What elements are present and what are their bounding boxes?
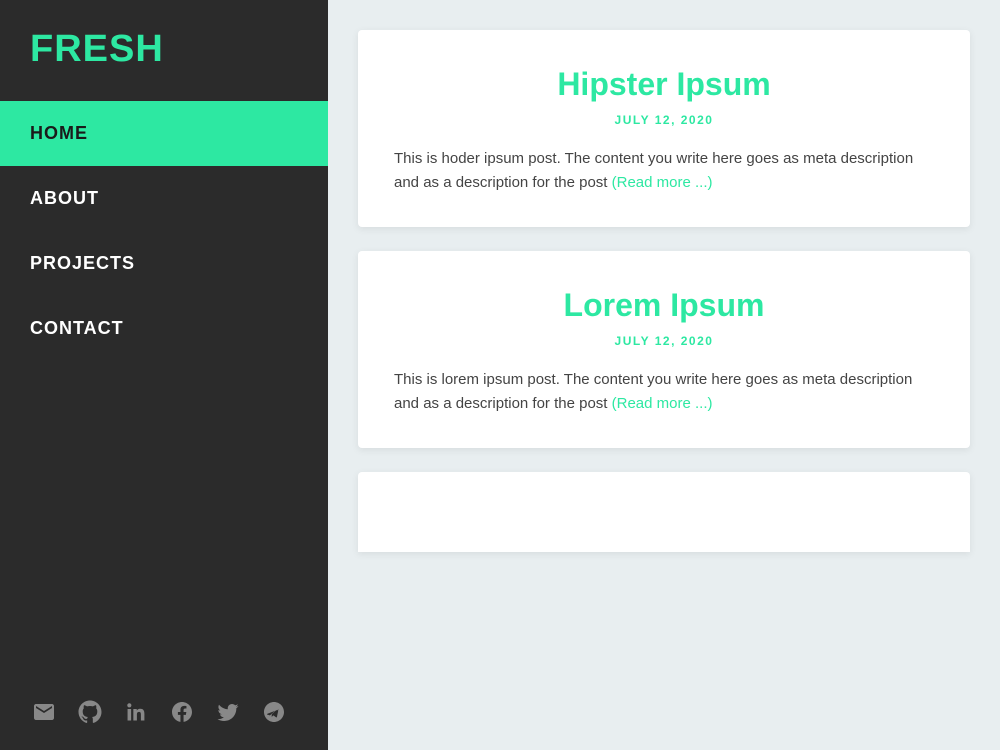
post-date-1: JULY 12, 2020 <box>394 113 934 127</box>
email-icon[interactable] <box>30 698 58 726</box>
facebook-icon[interactable] <box>168 698 196 726</box>
sidebar-item-home[interactable]: HOME <box>0 101 328 166</box>
post-card-2: Lorem Ipsum JULY 12, 2020 This is lorem … <box>358 251 970 448</box>
post-card-partial <box>358 472 970 552</box>
post-card-1: Hipster Ipsum JULY 12, 2020 This is hode… <box>358 30 970 227</box>
twitter-icon[interactable] <box>214 698 242 726</box>
sidebar-item-about[interactable]: ABOUT <box>0 166 328 231</box>
post-excerpt-1: This is hoder ipsum post. The content yo… <box>394 147 934 195</box>
social-icons-bar <box>0 674 328 750</box>
read-more-link-2[interactable]: (Read more ...) <box>612 395 713 412</box>
main-content: Hipster Ipsum JULY 12, 2020 This is hode… <box>328 0 1000 750</box>
read-more-link-1[interactable]: (Read more ...) <box>612 174 713 191</box>
post-excerpt-2: This is lorem ipsum post. The content yo… <box>394 368 934 416</box>
post-date-2: JULY 12, 2020 <box>394 334 934 348</box>
sidebar-item-contact[interactable]: CONTACT <box>0 296 328 361</box>
github-icon[interactable] <box>76 698 104 726</box>
post-title-1: Hipster Ipsum <box>394 66 934 103</box>
linkedin-icon[interactable] <box>122 698 150 726</box>
logo-text: FRESH <box>30 28 164 70</box>
post-title-2: Lorem Ipsum <box>394 287 934 324</box>
nav-menu: HOME ABOUT PROJECTS CONTACT <box>0 101 328 674</box>
telegram-icon[interactable] <box>260 698 288 726</box>
sidebar: FRESH HOME ABOUT PROJECTS CONTACT <box>0 0 328 750</box>
sidebar-item-projects[interactable]: PROJECTS <box>0 231 328 296</box>
sidebar-logo: FRESH <box>0 0 328 101</box>
